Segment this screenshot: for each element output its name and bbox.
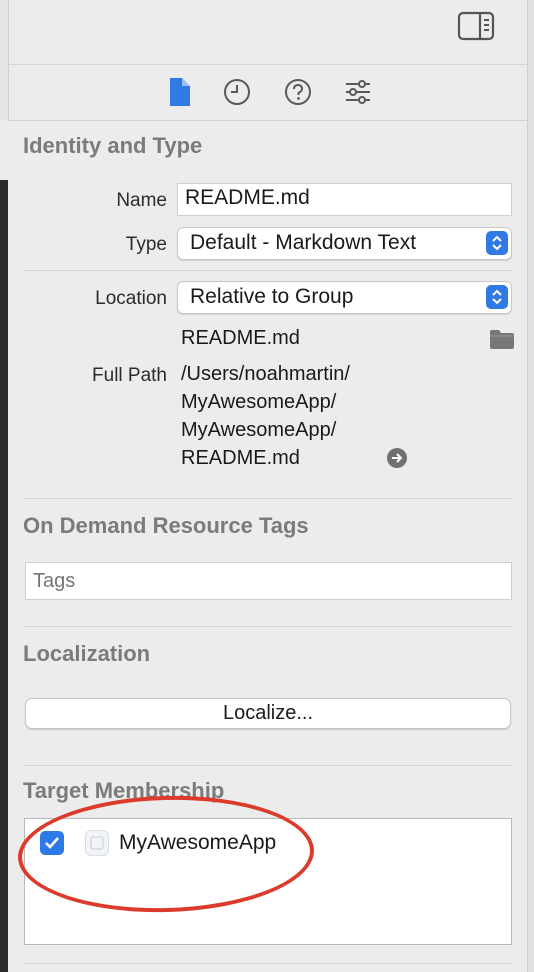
identity-divider <box>23 270 512 271</box>
arrow-circle-right-icon <box>387 448 407 468</box>
localize-button[interactable]: Localize... <box>25 698 511 729</box>
localization-section-title: Localization <box>23 641 151 666</box>
show-path-button[interactable] <box>386 447 408 469</box>
popup-stepper-icon <box>486 231 508 255</box>
full-path-line: /Users/noahmartin/ <box>181 363 350 385</box>
identity-section-title: Identity and Type <box>23 133 203 158</box>
inspector-tab-bar <box>8 64 528 121</box>
localization-divider <box>23 626 512 627</box>
type-label: Type <box>125 234 167 255</box>
sliders-icon <box>346 80 370 104</box>
tags-field[interactable] <box>25 562 512 600</box>
editor-edge-dark <box>0 180 8 972</box>
window-edge <box>527 0 534 972</box>
name-field[interactable]: README.md <box>177 183 512 216</box>
name-label: Name <box>116 190 167 211</box>
reveal-in-finder-button[interactable] <box>489 328 515 350</box>
tab-history-inspector[interactable] <box>221 76 253 108</box>
bottom-divider <box>23 963 512 964</box>
full-path-line: README.md <box>181 447 300 469</box>
location-label: Location <box>95 288 167 309</box>
full-path-line: MyAwesomeApp/ <box>181 419 337 441</box>
popup-stepper-icon <box>486 285 508 309</box>
membership-section-title: Target Membership <box>23 778 225 803</box>
membership-divider <box>23 765 512 766</box>
tab-attributes-inspector[interactable] <box>342 76 374 108</box>
document-icon <box>170 78 190 106</box>
full-path-line: MyAwesomeApp/ <box>181 391 337 413</box>
full-path-label: Full Path <box>92 365 167 386</box>
type-popup[interactable]: Default - Markdown Text <box>177 227 512 260</box>
target-row[interactable]: MyAwesomeApp <box>25 819 511 867</box>
help-icon <box>285 79 311 105</box>
target-name: MyAwesomeApp <box>119 831 277 854</box>
odr-section-title: On Demand Resource Tags <box>23 513 309 538</box>
tab-quick-help-inspector[interactable] <box>282 76 314 108</box>
target-list: MyAwesomeApp <box>24 818 512 945</box>
sidebar-right-icon <box>457 11 495 41</box>
type-popup-value: Default - Markdown Text <box>190 231 417 254</box>
clock-icon <box>224 79 250 105</box>
toggle-inspector-button[interactable] <box>457 11 495 41</box>
tab-file-inspector[interactable] <box>163 76 195 108</box>
checkmark-icon <box>45 837 59 849</box>
folder-icon <box>490 330 514 349</box>
app-target-icon <box>85 830 109 856</box>
location-popup-value: Relative to Group <box>190 285 354 308</box>
target-checkbox[interactable] <box>40 831 64 855</box>
location-popup[interactable]: Relative to Group <box>177 281 512 314</box>
toolbar <box>8 0 528 65</box>
odr-divider <box>23 498 512 499</box>
file-name: README.md <box>181 327 300 349</box>
